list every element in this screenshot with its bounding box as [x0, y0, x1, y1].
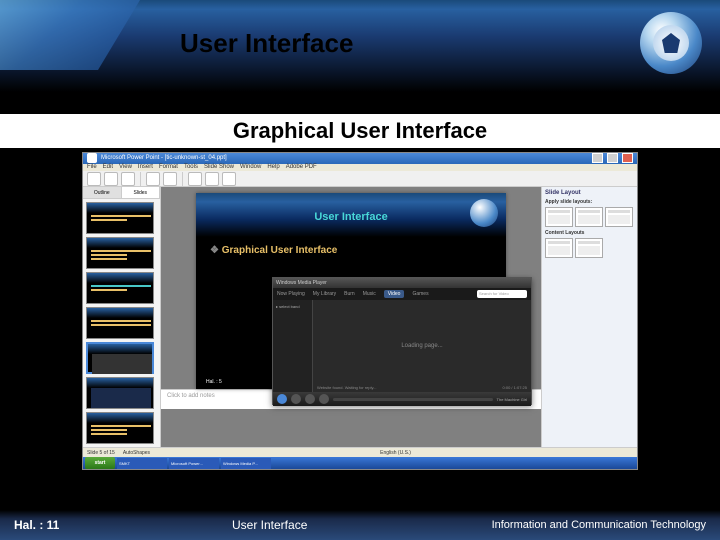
mp-time: 0:00 / 1:07:25 — [503, 385, 527, 390]
inner-slide-title: User Interface — [196, 211, 506, 223]
toolbar — [83, 171, 637, 187]
slide-thumbnail[interactable] — [86, 342, 154, 374]
menu-item[interactable]: Tools — [184, 164, 198, 170]
layout-option[interactable] — [605, 207, 633, 227]
mp-tab[interactable]: Burn — [344, 291, 355, 297]
menu-item[interactable]: Window — [240, 164, 261, 170]
media-player-window: Windows Media Player Now Playing My Libr… — [272, 277, 532, 405]
toolbar-button[interactable] — [121, 172, 135, 186]
menu-item[interactable]: View — [119, 164, 132, 170]
mp-tab-active[interactable]: Video — [384, 290, 405, 298]
slide-thumbnail[interactable] — [86, 272, 154, 304]
status-lang: English (U.S.) — [380, 450, 411, 456]
inner-slide-section: Graphical User Interface — [210, 245, 337, 256]
play-icon[interactable] — [277, 394, 287, 404]
mp-content: Loading page... Website found. Waiting f… — [313, 300, 531, 392]
mp-tabs: Now Playing My Library Burn Music Video … — [273, 288, 531, 300]
maximize-icon[interactable] — [607, 153, 618, 163]
task-pane-content: Content Layouts — [545, 230, 634, 236]
taskbar: start SMKT Microsoft Power... Windows Me… — [83, 457, 637, 469]
status-autoshapes: AutoShapes — [123, 450, 150, 456]
mp-side-item[interactable]: ▸ select band — [276, 303, 309, 310]
mp-sidebar: ▸ select band — [273, 300, 313, 392]
window-titlebar: Microsoft Power Point - [tic-unknown-st_… — [83, 153, 637, 164]
logo-emblem — [640, 12, 702, 74]
menu-item[interactable]: Help — [267, 164, 279, 170]
slide-thumbnail[interactable] — [86, 307, 154, 339]
menu-item[interactable]: Adobe PDF — [286, 164, 317, 170]
mp-tab[interactable]: Games — [412, 291, 428, 297]
slide-canvas[interactable]: User Interface Graphical User Interface … — [196, 193, 506, 389]
layout-option[interactable] — [545, 207, 573, 227]
task-pane-title: Slide Layout — [545, 190, 634, 196]
mp-search-input[interactable]: Search for Video — [477, 290, 527, 298]
task-pane-apply: Apply slide layouts: — [545, 199, 634, 205]
mp-status-text: Website found. Waiting for reply... — [317, 385, 377, 390]
section-title: Graphical User Interface — [0, 114, 720, 148]
menu-item[interactable]: Slide Show — [204, 164, 234, 170]
slide-title: User Interface — [180, 28, 353, 59]
footer-page: Hal. : 11 — [14, 518, 59, 532]
toolbar-button[interactable] — [146, 172, 160, 186]
inner-slide-page: Hal. : 5 — [206, 379, 222, 385]
menu-bar: File Edit View Insert Format Tools Slide… — [83, 164, 637, 172]
next-icon[interactable] — [319, 394, 329, 404]
mp-tab[interactable]: Now Playing — [277, 291, 305, 297]
slide-editor: User Interface Graphical User Interface … — [161, 187, 541, 447]
layout-option[interactable] — [545, 238, 573, 258]
slide-thumbnail[interactable] — [86, 377, 154, 409]
start-button[interactable]: start — [85, 457, 115, 469]
mp-progress[interactable] — [333, 398, 493, 401]
slide-footer: Hal. : 11 User Interface Information and… — [0, 510, 720, 540]
app-icon — [87, 153, 97, 163]
mp-tab[interactable]: Music — [363, 291, 376, 297]
layout-option[interactable] — [575, 238, 603, 258]
mp-titlebar: Windows Media Player — [273, 278, 531, 288]
slides-panel: Outline Slides — [83, 187, 161, 447]
toolbar-button[interactable] — [163, 172, 177, 186]
slide-thumbnail[interactable] — [86, 412, 154, 444]
toolbar-button[interactable] — [87, 172, 101, 186]
mp-loading: Loading page... — [401, 343, 442, 349]
tab-slides[interactable]: Slides — [122, 187, 161, 198]
prev-icon[interactable] — [305, 394, 315, 404]
status-bar: Slide 5 of 15 AutoShapes English (U.S.) — [83, 447, 637, 457]
embedded-screenshot: Microsoft Power Point - [tic-unknown-st_… — [82, 152, 638, 470]
layout-option[interactable] — [575, 207, 603, 227]
menu-item[interactable]: File — [87, 164, 97, 170]
close-icon[interactable] — [622, 153, 633, 163]
tab-outline[interactable]: Outline — [83, 187, 122, 198]
status-slide: Slide 5 of 15 — [87, 450, 115, 456]
minimize-icon[interactable] — [592, 153, 603, 163]
window-title: Microsoft Power Point - [tic-unknown-st_… — [101, 155, 588, 161]
mp-track-title: The Machine Girl — [497, 397, 527, 402]
menu-item[interactable]: Format — [159, 164, 178, 170]
task-pane: Slide Layout Apply slide layouts: Conten… — [541, 187, 637, 447]
slide-thumbnail[interactable] — [86, 202, 154, 234]
header-band — [0, 0, 720, 92]
taskbar-item[interactable]: Windows Media P... — [221, 458, 271, 469]
toolbar-button[interactable] — [104, 172, 118, 186]
footer-title: User Interface — [232, 518, 307, 532]
mp-controls: The Machine Girl — [273, 392, 531, 406]
menu-item[interactable]: Edit — [103, 164, 113, 170]
mp-tab[interactable]: My Library — [313, 291, 336, 297]
toolbar-button[interactable] — [188, 172, 202, 186]
menu-item[interactable]: Insert — [138, 164, 153, 170]
footer-subject: Information and Communication Technology — [492, 519, 706, 531]
toolbar-button[interactable] — [222, 172, 236, 186]
stop-icon[interactable] — [291, 394, 301, 404]
toolbar-button[interactable] — [205, 172, 219, 186]
slide-thumbnail[interactable] — [86, 237, 154, 269]
taskbar-item[interactable]: Microsoft Power... — [169, 458, 219, 469]
taskbar-item[interactable]: SMKT — [117, 458, 167, 469]
